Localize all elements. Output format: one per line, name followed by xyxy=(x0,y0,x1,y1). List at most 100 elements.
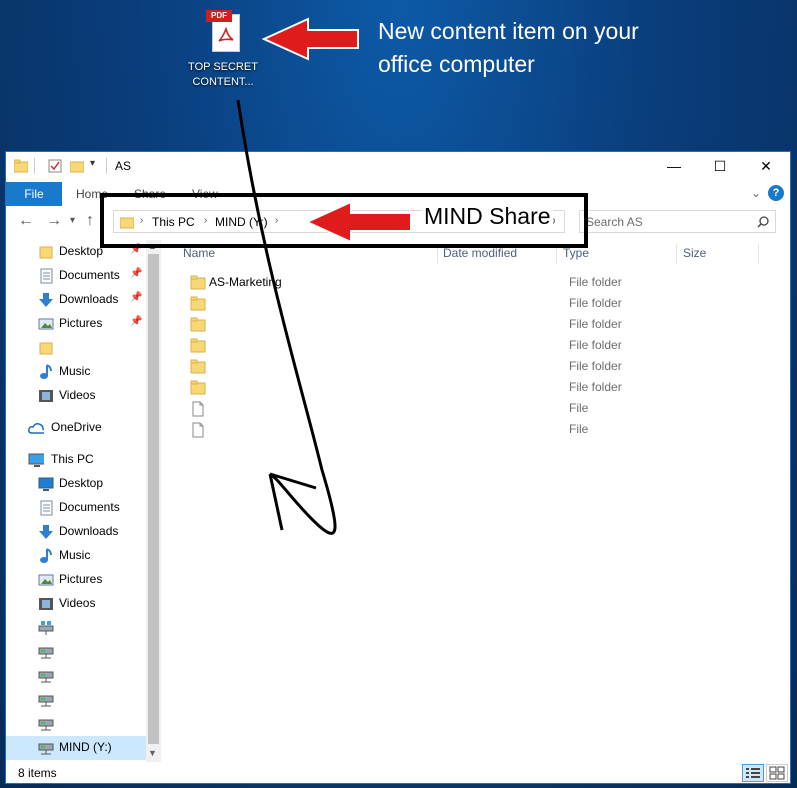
sidebar-item-network-drive[interactable] xyxy=(6,664,146,688)
details-view-button[interactable] xyxy=(742,764,764,782)
file-list[interactable]: Name Date modified Type Size AS-Marketin… xyxy=(162,240,790,762)
annotation-text: New content item on your office computer xyxy=(378,18,639,77)
table-row[interactable]: File xyxy=(182,419,772,440)
scroll-thumb[interactable] xyxy=(148,254,159,744)
window-title: AS xyxy=(115,159,132,173)
sidebar-scrollbar[interactable]: ▲ ▼ xyxy=(146,240,161,762)
onedrive-cloud-icon xyxy=(28,423,44,434)
search-icon xyxy=(757,216,769,228)
sidebar-item-label: MIND (Y:) xyxy=(59,740,112,754)
sidebar-item-label: Videos xyxy=(59,596,96,610)
sidebar-item-label: OneDrive xyxy=(51,420,102,434)
sidebar-item-label: Documents xyxy=(59,268,120,282)
sidebar-item-documents[interactable]: Documents 📌 xyxy=(6,264,146,288)
minimize-button[interactable]: — xyxy=(651,152,697,180)
sidebar-item-network-drive[interactable] xyxy=(6,616,146,640)
sidebar-item-pc-videos[interactable]: Videos xyxy=(6,592,146,616)
music-icon xyxy=(40,364,52,379)
column-date-modified[interactable]: Date modified xyxy=(443,246,517,260)
help-button[interactable]: ? xyxy=(768,185,784,201)
pin-icon[interactable]: 📌 xyxy=(130,316,142,327)
desktop-pdf-icon[interactable]: PDF TOP SECRET CONTENT... xyxy=(183,10,263,90)
sidebar-item-mind-drive[interactable]: MIND (Y:) xyxy=(6,736,146,760)
network-drive-icon xyxy=(38,743,54,755)
column-name[interactable]: Name xyxy=(183,246,215,260)
recent-locations-icon[interactable]: ▾ xyxy=(70,215,75,226)
sidebar-item-this-pc[interactable]: This PC xyxy=(6,448,146,472)
sidebar-item-label: Documents xyxy=(59,500,120,514)
sidebar-item-onedrive[interactable]: OneDrive xyxy=(6,416,146,440)
properties-icon[interactable] xyxy=(48,159,62,173)
sidebar-item-music[interactable]: Music xyxy=(6,360,146,384)
desktop-icon xyxy=(38,477,54,491)
sidebar-item-network-drive[interactable] xyxy=(6,640,146,664)
sidebar-item-label: Downloads xyxy=(59,524,119,538)
pin-icon[interactable]: 📌 xyxy=(130,292,142,303)
file-type: File folder xyxy=(569,338,622,352)
network-drive-icon xyxy=(38,719,54,731)
documents-icon xyxy=(40,500,53,516)
file-name: AS-Marketing xyxy=(209,275,282,289)
forward-arrow-icon[interactable]: → xyxy=(46,212,62,230)
sidebar-item-label: Pictures xyxy=(59,316,103,330)
column-type[interactable]: Type xyxy=(563,246,589,260)
table-row[interactable]: File folder xyxy=(182,377,772,398)
music-icon xyxy=(40,548,52,563)
sidebar-item-pc-downloads[interactable]: Downloads xyxy=(6,520,146,544)
large-icons-view-button[interactable] xyxy=(766,764,788,782)
search-placeholder: Search AS xyxy=(586,215,643,229)
sidebar-item-pc-music[interactable]: Music xyxy=(6,544,146,568)
downloads-icon xyxy=(39,525,53,539)
sidebar-item-videos[interactable]: Videos xyxy=(6,384,146,408)
sidebar-item-label: Music xyxy=(59,364,91,378)
folder-icon xyxy=(190,317,206,332)
sidebar-item-pictures[interactable]: Pictures 📌 xyxy=(6,312,146,336)
table-row[interactable]: File folder xyxy=(182,356,772,377)
navigation-pane[interactable]: Desktop 📌 Documents 📌 Downloads 📌 Pictur… xyxy=(6,240,161,762)
sidebar-item-label: Downloads xyxy=(59,292,119,306)
sidebar-item-pc-documents[interactable]: Documents xyxy=(6,496,146,520)
status-bar: 8 items xyxy=(6,762,790,784)
new-folder-icon[interactable] xyxy=(70,159,84,173)
table-row[interactable]: File xyxy=(182,398,772,419)
file-icon xyxy=(192,422,204,438)
network-drive-icon xyxy=(38,621,54,635)
close-button[interactable]: ✕ xyxy=(743,152,789,180)
pictures-icon xyxy=(38,318,54,330)
sidebar-item-folder[interactable] xyxy=(6,336,146,360)
maximize-button[interactable]: ☐ xyxy=(697,152,743,180)
arrow-to-pdf-icon xyxy=(262,17,359,61)
scroll-down-icon[interactable]: ▼ xyxy=(148,748,157,758)
customize-quick-access-icon[interactable]: ▾ xyxy=(90,158,95,169)
table-row[interactable]: AS-Marketing File folder xyxy=(182,272,772,293)
folder-icon xyxy=(190,359,206,374)
sidebar-item-network-drive[interactable] xyxy=(6,688,146,712)
sidebar-item-downloads[interactable]: Downloads 📌 xyxy=(6,288,146,312)
search-input[interactable]: Search AS xyxy=(579,210,776,233)
sidebar-item-network-drive[interactable] xyxy=(6,712,146,736)
table-row[interactable]: File folder xyxy=(182,293,772,314)
column-size[interactable]: Size xyxy=(683,246,706,260)
file-type: File folder xyxy=(569,380,622,394)
sidebar-item-label: Videos xyxy=(59,388,96,402)
sidebar-item-label: Pictures xyxy=(59,572,103,586)
table-row[interactable]: File folder xyxy=(182,314,772,335)
title-bar[interactable]: ▾ AS — ☐ ✕ xyxy=(6,152,790,180)
back-arrow-icon[interactable]: ← xyxy=(18,212,34,230)
pictures-icon xyxy=(38,574,54,586)
file-type: File folder xyxy=(569,275,622,289)
table-row[interactable]: File folder xyxy=(182,335,772,356)
tab-file[interactable]: File xyxy=(6,182,62,206)
pdf-badge: PDF xyxy=(206,10,232,22)
pin-icon[interactable]: 📌 xyxy=(130,268,142,279)
arrow-to-address-icon xyxy=(305,200,412,244)
callout-label: MIND Share xyxy=(422,203,553,230)
sidebar-item-pc-pictures[interactable]: Pictures xyxy=(6,568,146,592)
folder-icon xyxy=(190,296,206,311)
pdf-file-icon: PDF xyxy=(206,10,240,54)
expand-ribbon-icon[interactable]: ⌄ xyxy=(751,186,761,200)
up-arrow-icon[interactable]: ↑ xyxy=(86,212,94,230)
videos-icon xyxy=(39,390,53,402)
folder-icon xyxy=(14,159,28,173)
sidebar-item-pc-desktop[interactable]: Desktop xyxy=(6,472,146,496)
